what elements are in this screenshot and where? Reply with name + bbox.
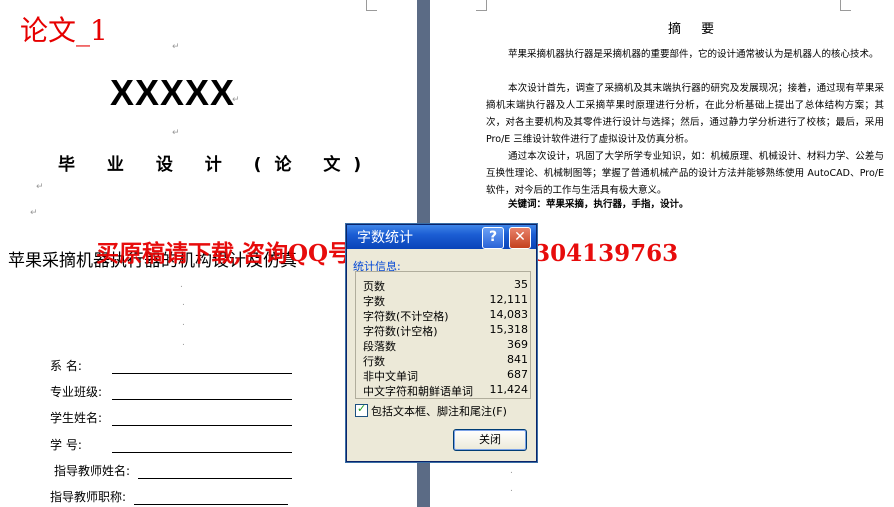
paragraph-mark: ↵ [36, 182, 44, 192]
abstract-paragraph: 通过本次设计，巩固了大学所学专业知识，如：机械原理、机械设计、材料力学、公差与互… [486, 151, 884, 196]
dialog-title: 字数统计 [357, 230, 413, 246]
field-student-name: 学生姓名: [50, 409, 292, 426]
paragraph-mark: . [182, 318, 185, 328]
school-name: XXXXX [110, 72, 236, 113]
paragraph-mark: . [180, 280, 183, 290]
field-underline [112, 387, 292, 400]
stat-value: 35 [514, 278, 528, 291]
abstract-paragraph: 本次设计首先，调查了采摘机及其末端执行器的研究及发展现况；接着，通过现有苹果采摘… [486, 83, 884, 145]
paragraph-mark: . [182, 298, 185, 308]
stat-label: 页数 [363, 280, 385, 293]
include-checkbox[interactable] [355, 402, 368, 417]
stat-value: 14,083 [489, 308, 529, 321]
help-button[interactable]: ? [482, 227, 504, 249]
stat-row-cjk-chars: 中文字符和朝鲜语单词 11,424 [363, 383, 528, 398]
field-label: 系 名: [50, 359, 82, 373]
word-count-dialog: 字数统计 ? ✕ 统计信息: 页数 35 字数 12,111 字符数(不计空格) 14… [346, 224, 537, 462]
paragraph-mark: . [510, 466, 513, 476]
margin-corner-mark [476, 0, 487, 11]
close-button[interactable]: 关闭 [453, 429, 527, 451]
abstract-heading: 摘 要 [668, 22, 723, 37]
include-label: 包括文本框、脚注和尾注(F) [371, 405, 507, 418]
field-advisor-title: 指导教师职称: [50, 488, 288, 505]
field-underline [138, 466, 292, 479]
stat-label: 字符数(不计空格) [363, 310, 449, 323]
paragraph-mark: ↵ [232, 95, 240, 105]
stat-row-non-chinese-words: 非中文单词 687 [363, 368, 528, 383]
margin-corner-mark [840, 0, 851, 11]
stat-label: 段落数 [363, 340, 396, 353]
stat-value: 687 [507, 368, 528, 381]
field-advisor-name: 指导教师姓名: [54, 462, 292, 479]
field-label: 指导教师姓名: [54, 464, 131, 478]
stat-row-chars-with-spaces: 字符数(计空格) 15,318 [363, 323, 528, 338]
close-x-icon[interactable]: ✕ [509, 227, 531, 249]
document-type-heading: 毕 业 设 计 (论 文) [58, 155, 375, 175]
stat-label: 行数 [363, 355, 385, 368]
thesis-label: 论文_1 [20, 14, 108, 47]
stat-value: 11,424 [489, 383, 529, 396]
stat-value: 12,111 [489, 293, 529, 306]
stat-value: 841 [507, 353, 528, 366]
stat-row-words: 字数 12,111 [363, 293, 528, 308]
stat-row-lines: 行数 841 [363, 353, 528, 368]
field-underline [112, 440, 292, 453]
include-textboxes-option[interactable]: 包括文本框、脚注和尾注(F) [355, 402, 507, 419]
field-label: 指导教师职称: [50, 490, 127, 504]
stat-row-pages: 页数 35 [363, 278, 528, 293]
stat-row-chars-no-spaces: 字符数(不计空格) 14,083 [363, 308, 528, 323]
keywords-line: 关键词：苹果采摘，执行器，手指，设计。 [508, 199, 689, 210]
field-underline [112, 361, 292, 374]
stat-value: 15,318 [489, 323, 529, 336]
paragraph-mark: ↵ [172, 128, 180, 138]
stat-label: 字数 [363, 295, 385, 308]
abstract-paragraph: 苹果采摘机器执行器是采摘机器的重要部件，它的设计通常被认为是机器人的核心技术。 [508, 49, 879, 60]
field-department: 系 名: [50, 357, 292, 374]
paragraph-mark: ↵ [172, 42, 180, 52]
dialog-title-bar[interactable]: 字数统计 ? ✕ [347, 225, 536, 249]
stat-label: 字符数(计空格) [363, 325, 438, 338]
field-class: 专业班级: [50, 383, 292, 400]
field-underline [134, 492, 288, 505]
margin-corner-mark [366, 0, 377, 11]
field-label: 学生姓名: [50, 411, 103, 425]
paragraph-mark: . [510, 484, 513, 494]
paragraph-mark: ↵ [30, 208, 38, 218]
stat-row-paragraphs: 段落数 369 [363, 338, 528, 353]
field-label: 专业班级: [50, 385, 103, 399]
paragraph-mark: . [182, 338, 185, 348]
stat-label: 中文字符和朝鲜语单词 [363, 385, 473, 398]
stat-value: 369 [507, 338, 528, 351]
field-label: 学 号: [50, 438, 82, 452]
stat-label: 非中文单词 [363, 370, 418, 383]
field-underline [112, 413, 292, 426]
field-student-id: 学 号: [50, 436, 292, 453]
